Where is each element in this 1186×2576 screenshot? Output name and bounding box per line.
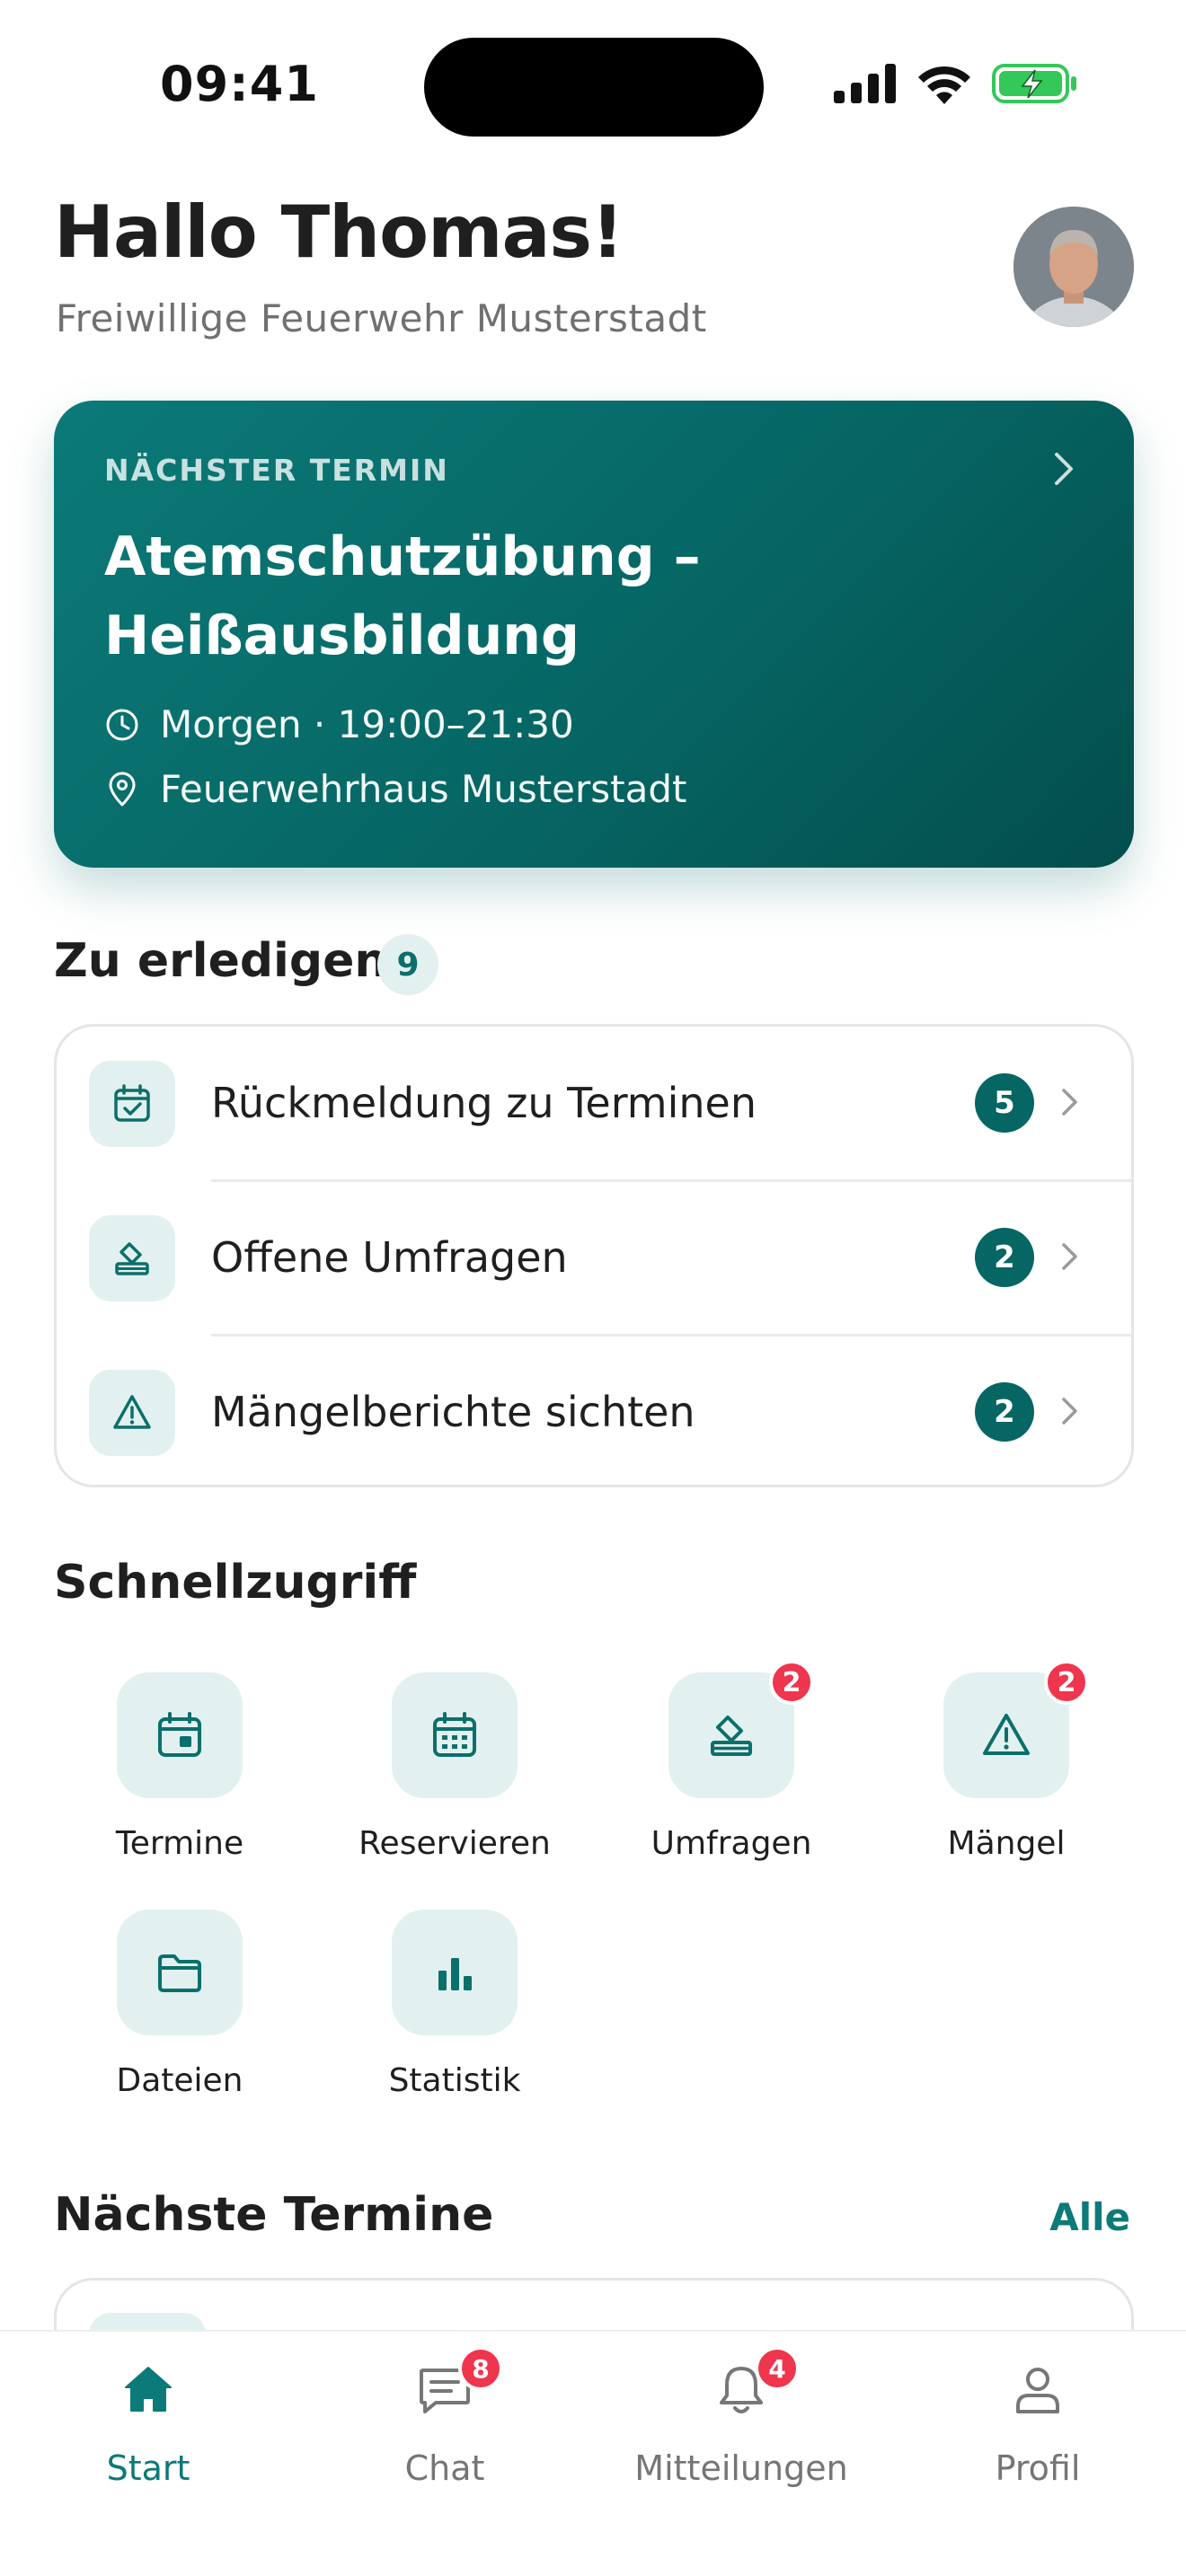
todo-item-umfragen[interactable]: Offene Umfragen 2 [57,1181,1131,1334]
next-event-location-row: Feuerwehrhaus Musterstadt [104,767,687,811]
notification-badge: 2 [769,1660,814,1705]
tab-label: Chat [404,2448,485,2488]
quick-reservieren[interactable]: Reservieren [331,1672,564,1879]
tab-start[interactable]: Start [0,2359,296,2493]
todo-item-label: Mängelberichte sichten [211,1388,695,1436]
chevron-right-icon [1062,1398,1077,1425]
status-icons [834,63,1078,104]
tab-label: Mitteilungen [634,2448,848,2488]
todo-item-label: Rückmeldung zu Terminen [211,1079,757,1127]
signal-icon [834,64,896,103]
quick-maengel[interactable]: 2 Mängel [882,1660,1116,1879]
todo-item-rueckmeldung[interactable]: Rückmeldung zu Terminen 5 [57,1027,1131,1179]
quick-dateien[interactable]: Dateien [56,1910,289,2116]
next-event-time: Morgen · 19:00–21:30 [160,702,574,746]
dynamic-island [424,38,764,137]
todo-list: Rückmeldung zu Terminen 5 Offene Umfrage… [54,1024,1134,1487]
tab-mitteilungen[interactable]: 4 Mitteilungen [593,2346,890,2493]
next-event-label: NÄCHSTER TERMIN [104,453,449,488]
chat-badge: 8 [458,2346,503,2391]
next-event-card[interactable]: NÄCHSTER TERMIN Atemschutzübung – Heißau… [54,401,1134,868]
quick-label: Umfragen [651,1825,812,1862]
quick-statistik[interactable]: Statistik [331,1910,564,2116]
home-icon [117,2359,180,2422]
quick-label: Statistik [388,2062,521,2099]
greeting-title: Hallo Thomas! [54,190,624,274]
clock-icon [106,709,138,740]
next-event-title-line2: Heißausbildung [104,604,580,667]
status-bar: 09:41 [0,0,1186,171]
tab-bar: Start 8 Chat 4 Mitteilungen Profil [0,2330,1186,2576]
chevron-right-icon [1062,1243,1077,1270]
todo-item-badge: 2 [975,1382,1034,1442]
quick-label: Termine [115,1825,244,1862]
todo-item-maengel[interactable]: Mängelberichte sichten 2 [57,1336,1131,1485]
quick-access-title: Schnellzugriff [54,1556,417,1610]
profile-icon [1006,2359,1069,2422]
tab-label: Profil [995,2448,1081,2488]
show-all-link[interactable]: Alle [1049,2195,1130,2239]
avatar[interactable] [1013,207,1134,327]
next-event-title-line1: Atemschutzübung – [104,525,701,588]
quick-label: Dateien [116,2062,243,2099]
ballot-icon [89,1215,175,1301]
status-time: 09:41 [160,56,319,112]
next-event-location: Feuerwehrhaus Musterstadt [160,767,687,811]
warning-icon [89,1370,175,1456]
todo-count-badge: 9 [377,934,438,995]
calendar-check-icon [89,1061,175,1147]
notification-badge: 2 [1044,1660,1089,1705]
quick-umfragen[interactable]: 2 Umfragen [607,1660,841,1879]
upcoming-section-title: Nächste Termine [54,2188,494,2242]
tab-label: Start [106,2448,190,2488]
bar-chart-icon [392,1910,518,2035]
quick-label: Reservieren [358,1825,551,1862]
next-event-time-row: Morgen · 19:00–21:30 [104,702,574,746]
tab-chat[interactable]: 8 Chat [296,2346,593,2493]
next-event-title: Atemschutzübung – Heißausbildung [104,517,913,675]
chevron-right-icon [1062,1089,1077,1116]
notifications-badge: 4 [755,2346,800,2391]
quick-label: Mängel [947,1825,1066,1862]
calendar-grid-icon [392,1672,518,1798]
todo-item-badge: 5 [975,1073,1034,1133]
todo-section-title: Zu erledigen [54,934,388,988]
calendar-icon [117,1672,243,1798]
chevron-right-icon [1055,453,1073,485]
location-pin-icon [109,772,136,806]
folder-icon [117,1910,243,2035]
battery-icon [992,64,1076,103]
tab-profil[interactable]: Profil [890,2359,1186,2493]
wifi-icon [918,66,970,104]
organization-name: Freiwillige Feuerwehr Musterstadt [56,296,707,340]
user-avatar-icon [1013,207,1134,327]
todo-item-label: Offene Umfragen [211,1233,568,1282]
quick-termine[interactable]: Termine [56,1672,289,1879]
todo-item-badge: 2 [975,1228,1034,1287]
